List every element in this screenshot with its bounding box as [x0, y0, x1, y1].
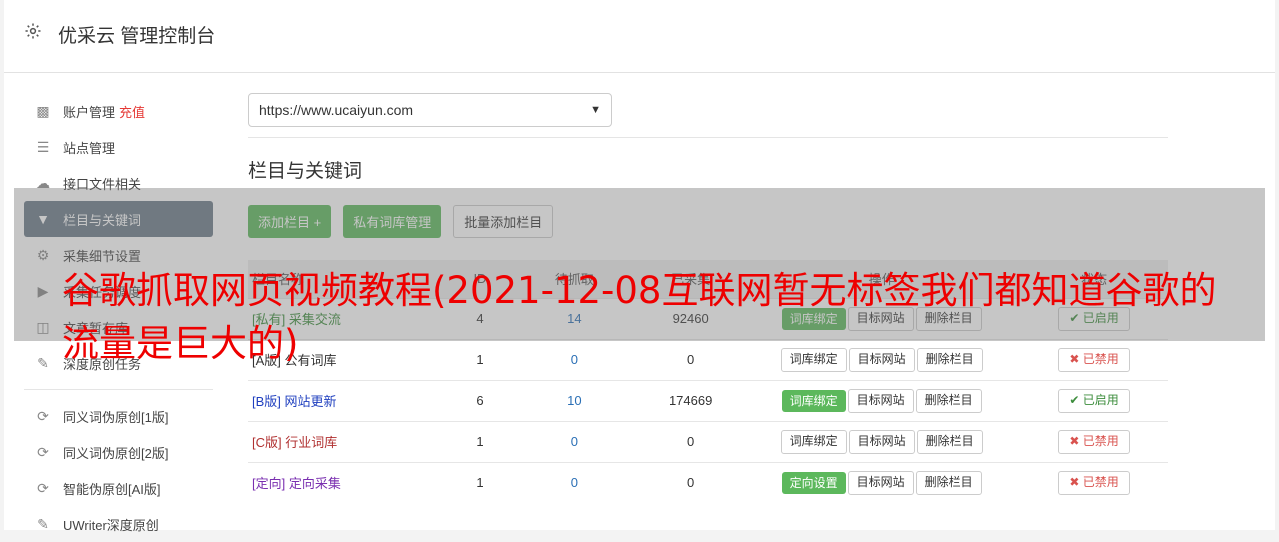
column-id: 1	[449, 420, 511, 462]
status-toggle[interactable]: ✔ 已启用	[1058, 388, 1130, 413]
divider	[248, 137, 1168, 138]
sidebar-item-label: UWriter深度原创	[63, 517, 159, 533]
column-name-link[interactable]: 定向采集	[289, 476, 341, 491]
sidebar-item-label: 同义词伪原创[1版]	[63, 409, 169, 425]
lexicon-bind-button[interactable]: 词库绑定	[781, 389, 846, 412]
column-name-cell: [定向] 定向采集	[248, 461, 450, 503]
status-toggle[interactable]: ✖ 已禁用	[1058, 470, 1130, 495]
column-tag: [定向]	[252, 476, 286, 491]
target-site-button[interactable]: 目标网站	[848, 429, 915, 454]
cross-icon: ✖	[1069, 433, 1080, 448]
sidebar-item[interactable]: ⟳ 同义词伪原创[2版]	[24, 434, 213, 470]
collected-count: 0	[638, 420, 744, 462]
gear-icon	[25, 23, 41, 39]
status-label: 已禁用	[1082, 433, 1119, 448]
collected-count: 0	[638, 461, 744, 503]
delete-column-button[interactable]: 删除栏目	[915, 470, 982, 495]
sidebar-item-label: 站点管理	[63, 140, 116, 156]
server-icon: ☰	[36, 138, 50, 155]
bar-chart-icon: ▩	[36, 102, 50, 119]
top-bar: 优采云 管理控制台	[4, 0, 1275, 73]
status-label: 已启用	[1082, 392, 1119, 407]
column-name-cell: [C版] 行业词库	[248, 420, 450, 462]
actions-cell: 定向设置 目标网站 删除栏目	[743, 461, 1021, 503]
column-id: 1	[449, 461, 511, 503]
sidebar-item[interactable]: ✎ UWriter深度原创	[24, 506, 213, 542]
sidebar-item-label: 同义词伪原创[2版]	[63, 445, 169, 461]
edit-icon: ✎	[37, 354, 49, 371]
status-cell: ✖ 已禁用	[1020, 461, 1168, 503]
actions-cell: 词库绑定 目标网站 删除栏目	[743, 420, 1021, 462]
delete-column-button[interactable]: 删除栏目	[916, 429, 983, 454]
column-name-cell: [B版] 网站更新	[248, 379, 450, 421]
collected-count: 174669	[638, 379, 744, 421]
site-select[interactable]: https://www.ucaiyun.com ▼	[248, 93, 612, 127]
pending-count[interactable]: 0	[510, 461, 639, 503]
edit-icon: ✎	[37, 515, 49, 532]
sidebar-item-label: 账户管理	[63, 104, 116, 120]
column-tag: [C版]	[252, 435, 282, 450]
table-row: [C版] 行业词库 1 0 0 词库绑定 目标网站 删除栏目 ✖ 已禁用	[248, 420, 1168, 462]
column-name-link[interactable]: 行业词库	[285, 435, 337, 450]
lexicon-bind-button[interactable]: 定向设置	[781, 471, 846, 494]
check-icon: ✔	[1069, 392, 1080, 407]
refresh-icon: ⟳	[37, 407, 49, 424]
table-row: [B版] 网站更新 6 10 174669 词库绑定 目标网站 删除栏目 ✔ 已启用	[248, 379, 1168, 421]
chevron-down-icon: ▼	[590, 104, 601, 116]
console-title: 优采云 管理控制台	[58, 26, 216, 47]
sidebar-item[interactable]: ☰ 站点管理	[24, 129, 213, 165]
status-toggle[interactable]: ✖ 已禁用	[1058, 429, 1130, 454]
pending-count[interactable]: 10	[510, 379, 639, 421]
target-site-button[interactable]: 目标网站	[847, 388, 914, 413]
lexicon-bind-button[interactable]: 词库绑定	[780, 429, 847, 454]
column-name-link[interactable]: 网站更新	[285, 394, 337, 409]
refresh-icon: ⟳	[37, 443, 49, 460]
status-cell: ✔ 已启用	[1020, 379, 1168, 421]
sidebar-divider	[24, 389, 213, 390]
overlay-title: 谷歌抓取网页视频教程(2021-12-08互联网暂无标签我们都知道谷歌的流量是巨…	[62, 269, 1217, 365]
table-row: [定向] 定向采集 1 0 0 定向设置 目标网站 删除栏目 ✖ 已禁用	[248, 461, 1168, 503]
column-id: 6	[449, 379, 511, 421]
status-label: 已禁用	[1082, 474, 1119, 489]
actions-cell: 词库绑定 目标网站 删除栏目	[743, 379, 1021, 421]
status-cell: ✖ 已禁用	[1020, 420, 1168, 462]
sidebar-item[interactable]: ▩ 账户管理 充值	[24, 93, 213, 129]
delete-column-button[interactable]: 删除栏目	[915, 388, 982, 413]
sidebar-item-label: 智能伪原创[AI版]	[63, 481, 161, 497]
recharge-link[interactable]: 充值	[119, 102, 145, 121]
refresh-icon: ⟳	[37, 479, 49, 496]
target-site-button[interactable]: 目标网站	[847, 470, 914, 495]
section-title: 栏目与关键词	[248, 161, 363, 182]
cross-icon: ✖	[1069, 474, 1080, 489]
sidebar-item[interactable]: ⟳ 智能伪原创[AI版]	[24, 470, 213, 506]
pending-count[interactable]: 0	[510, 420, 639, 462]
site-select-value: https://www.ucaiyun.com	[259, 102, 414, 118]
sidebar-item[interactable]: ⟳ 同义词伪原创[1版]	[24, 398, 213, 434]
column-tag: [B版]	[252, 394, 281, 409]
